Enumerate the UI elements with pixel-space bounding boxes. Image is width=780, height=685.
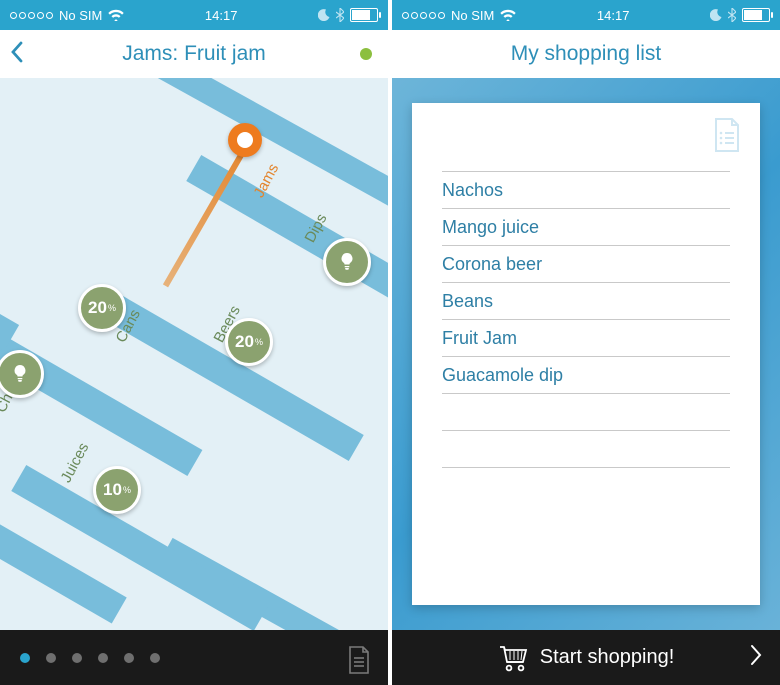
list-item[interactable]: Mango juice: [442, 209, 730, 245]
store-map[interactable]: Jams Dips Cans Beers Chips Juices 20% 20…: [0, 78, 388, 630]
left-screen: No SIM 14:17 Jams: Fruit jam: [0, 0, 388, 685]
battery-icon: [742, 8, 770, 22]
page-dot[interactable]: [20, 653, 30, 663]
percent-icon: %: [123, 485, 131, 495]
nav-bar: My shopping list: [392, 30, 780, 79]
signal-icon: [402, 12, 445, 19]
list-item[interactable]: Guacamole dip: [442, 357, 730, 393]
page-title: Jams: Fruit jam: [122, 42, 266, 66]
carrier-label: No SIM: [451, 8, 494, 23]
tip-marker-dips[interactable]: [323, 238, 371, 286]
discount-badge-beers[interactable]: 20%: [225, 318, 273, 366]
cart-icon: [498, 644, 530, 672]
status-bar: No SIM 14:17: [0, 0, 388, 30]
battery-icon: [350, 8, 378, 22]
shopping-list-panel: Nachos Mango juice Corona beer Beans Fru…: [392, 78, 780, 630]
tip-marker-chips[interactable]: [0, 350, 44, 398]
page-dot[interactable]: [124, 653, 134, 663]
moon-icon: [318, 9, 330, 21]
page-dot[interactable]: [46, 653, 56, 663]
wifi-icon: [500, 9, 516, 21]
clock-label: 14:17: [597, 8, 630, 23]
lightbulb-icon: [336, 251, 358, 273]
signal-icon: [10, 12, 53, 19]
aisle-label-juices: Juices: [57, 440, 92, 486]
title-item: Fruit jam: [184, 42, 266, 65]
destination-marker[interactable]: [228, 123, 262, 157]
right-screen: No SIM 14:17 My shopping list Nachos: [392, 0, 780, 685]
list-item[interactable]: Corona beer: [442, 246, 730, 282]
list-item[interactable]: Beans: [442, 283, 730, 319]
percent-icon: %: [255, 337, 263, 347]
status-dot: [360, 48, 372, 60]
bluetooth-icon: [728, 8, 736, 22]
moon-icon: [710, 9, 722, 21]
list-item-label: Nachos: [442, 180, 503, 201]
list-item-label: Mango juice: [442, 217, 539, 238]
page-indicator: [0, 630, 388, 685]
list-item[interactable]: Nachos: [442, 172, 730, 208]
percent-icon: %: [108, 303, 116, 313]
list-item[interactable]: Fruit Jam: [442, 320, 730, 356]
start-shopping-button[interactable]: Start shopping!: [392, 630, 780, 685]
discount-badge-cans[interactable]: 20%: [78, 284, 126, 332]
nav-bar: Jams: Fruit jam: [0, 30, 388, 79]
page-title: My shopping list: [511, 42, 662, 66]
badge-value: 10: [103, 480, 122, 500]
back-button[interactable]: [10, 40, 24, 64]
title-category: Jams:: [122, 42, 178, 65]
map-aisle: [0, 225, 19, 351]
list-item-label: Beans: [442, 291, 493, 312]
badge-value: 20: [235, 332, 254, 352]
map-wall: [0, 78, 388, 214]
list-item-label: Fruit Jam: [442, 328, 517, 349]
carrier-label: No SIM: [59, 8, 102, 23]
page-dot[interactable]: [98, 653, 108, 663]
lightbulb-icon: [9, 363, 31, 385]
badge-value: 20: [88, 298, 107, 318]
chevron-right-icon: [750, 644, 762, 666]
aisle-label-jams: Jams: [250, 161, 282, 201]
page-dot[interactable]: [72, 653, 82, 663]
document-icon: [712, 117, 742, 153]
list-item-empty[interactable]: [442, 394, 730, 430]
status-bar: No SIM 14:17: [392, 0, 780, 30]
shopping-list-card: Nachos Mango juice Corona beer Beans Fru…: [412, 103, 760, 605]
wifi-icon: [108, 9, 124, 21]
cta-label: Start shopping!: [540, 646, 675, 669]
discount-badge-juices[interactable]: 10%: [93, 466, 141, 514]
bluetooth-icon: [336, 8, 344, 22]
page-dot[interactable]: [150, 653, 160, 663]
clock-label: 14:17: [205, 8, 238, 23]
list-item-empty[interactable]: [442, 431, 730, 467]
list-item-label: Guacamole dip: [442, 365, 563, 386]
notes-button[interactable]: [346, 645, 372, 675]
list-item-label: Corona beer: [442, 254, 542, 275]
